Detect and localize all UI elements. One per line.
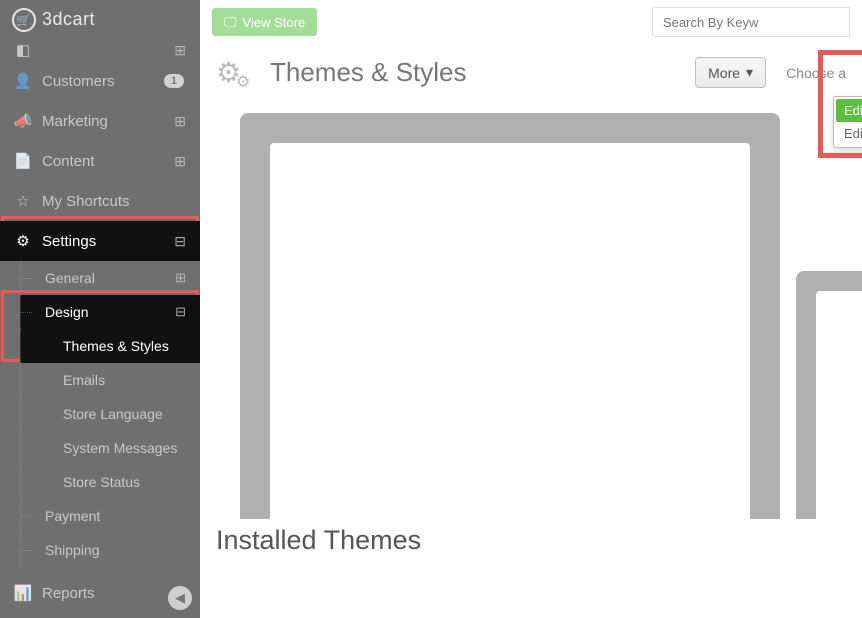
main-area: 🖵 View Store ⚙⚙ Themes & Styles More ▾ C… <box>200 0 862 618</box>
page-title: Themes & Styles <box>270 57 467 88</box>
sidebar-subsub-themes[interactable]: Themes & Styles <box>20 329 200 363</box>
more-button[interactable]: More ▾ <box>695 57 766 88</box>
logo-text: 3dcart <box>42 9 95 30</box>
bullhorn-icon: 📣 <box>12 112 34 130</box>
cube-icon: ◧ <box>12 41 34 59</box>
choose-theme-link[interactable]: Choose a <box>786 65 846 81</box>
sidebar-item-settings[interactable]: ⚙ Settings ⊟ <box>0 221 200 261</box>
arrow-left-icon: ◀ <box>175 590 185 606</box>
sidebar-label: My Shortcuts <box>42 193 188 210</box>
sidebar-subsub-emails[interactable]: Emails <box>20 363 200 397</box>
more-label: More <box>708 65 740 81</box>
sidebar-label: General <box>45 270 175 286</box>
sidebar-label: Shipping <box>45 542 200 558</box>
dropdown-edit-html[interactable]: Edit Template (HTML) <box>836 99 862 122</box>
document-icon: 📄 <box>12 152 34 170</box>
dropdown-edit-css[interactable]: Edit Look/Colors (CSS) <box>836 122 862 145</box>
sidebar-label: System Messages <box>63 440 177 456</box>
collapse-icon: ⊟ <box>175 304 200 320</box>
section-title: Installed Themes <box>200 513 862 556</box>
title-row: ⚙⚙ Themes & Styles More ▾ Choose a <box>200 44 862 113</box>
sidebar-label: Store Status <box>63 474 140 490</box>
gear-icon: ⚙ <box>12 232 34 250</box>
sidebar-label: Store Language <box>63 406 163 422</box>
sidebar-label: Content <box>42 153 174 170</box>
sidebar-label: Reports <box>42 585 174 602</box>
sidebar-item-content[interactable]: 📄 Content ⊞ <box>0 141 200 181</box>
user-icon: 👤 <box>12 72 34 90</box>
sidebar-sub-shipping[interactable]: Shipping <box>20 533 200 567</box>
logo[interactable]: 🛒 3dcart <box>0 0 200 39</box>
sidebar-label: Emails <box>63 372 105 388</box>
sidebar-item-marketing[interactable]: 📣 Marketing ⊞ <box>0 101 200 141</box>
sidebar-label: Design <box>45 304 175 320</box>
sidebar-sub-payment[interactable]: Payment <box>20 499 200 533</box>
sidebar-subsub-storelang[interactable]: Store Language <box>20 397 200 431</box>
monitor-icon: 🖵 <box>224 14 237 30</box>
sidebar-label: Themes & Styles <box>63 338 169 354</box>
sidebar-item-customers[interactable]: 👤 Customers 1 <box>0 61 200 101</box>
expand-icon: ⊞ <box>174 113 188 130</box>
sidebar-subsub-sysmsg[interactable]: System Messages <box>20 431 200 465</box>
theme-frame-inner <box>270 143 750 519</box>
view-store-label: View Store <box>243 15 306 30</box>
theme-frame-inner <box>816 291 862 519</box>
sidebar-label: Customers <box>42 73 164 90</box>
collapse-icon: ⊟ <box>174 233 188 250</box>
view-store-button[interactable]: 🖵 View Store <box>212 8 317 36</box>
preview-area <box>200 113 862 513</box>
sidebar: 🛒 3dcart ◧ ⊞ 👤 Customers 1 📣 Marketing ⊞… <box>0 0 200 618</box>
expand-icon: ⊞ <box>174 153 188 170</box>
gears-icon: ⚙⚙ <box>216 56 256 89</box>
sidebar-item-top[interactable]: ◧ ⊞ <box>0 39 200 61</box>
more-dropdown: Edit Template (HTML) Edit Look/Colors (C… <box>833 96 862 148</box>
sidebar-item-shortcuts[interactable]: ☆ My Shortcuts <box>0 181 200 221</box>
sidebar-subsub-storestatus[interactable]: Store Status <box>20 465 200 499</box>
star-icon: ☆ <box>12 192 34 210</box>
expand-icon: ⊞ <box>175 270 200 286</box>
badge: 1 <box>164 74 184 88</box>
chart-icon: 📊 <box>12 584 34 602</box>
sidebar-label: Settings <box>42 233 174 250</box>
sidebar-sub-general[interactable]: General ⊞ <box>20 261 200 295</box>
sidebar-sub-design[interactable]: Design ⊟ <box>20 295 200 329</box>
sidebar-label: Payment <box>45 508 200 524</box>
cart-icon: 🛒 <box>12 8 36 32</box>
caret-down-icon: ▾ <box>746 64 753 81</box>
sidebar-label: Marketing <box>42 113 174 130</box>
expand-icon: ⊞ <box>174 42 188 59</box>
topbar: 🖵 View Store <box>200 0 862 44</box>
search-input[interactable] <box>652 7 850 37</box>
collapse-sidebar-button[interactable]: ◀ <box>168 586 192 610</box>
